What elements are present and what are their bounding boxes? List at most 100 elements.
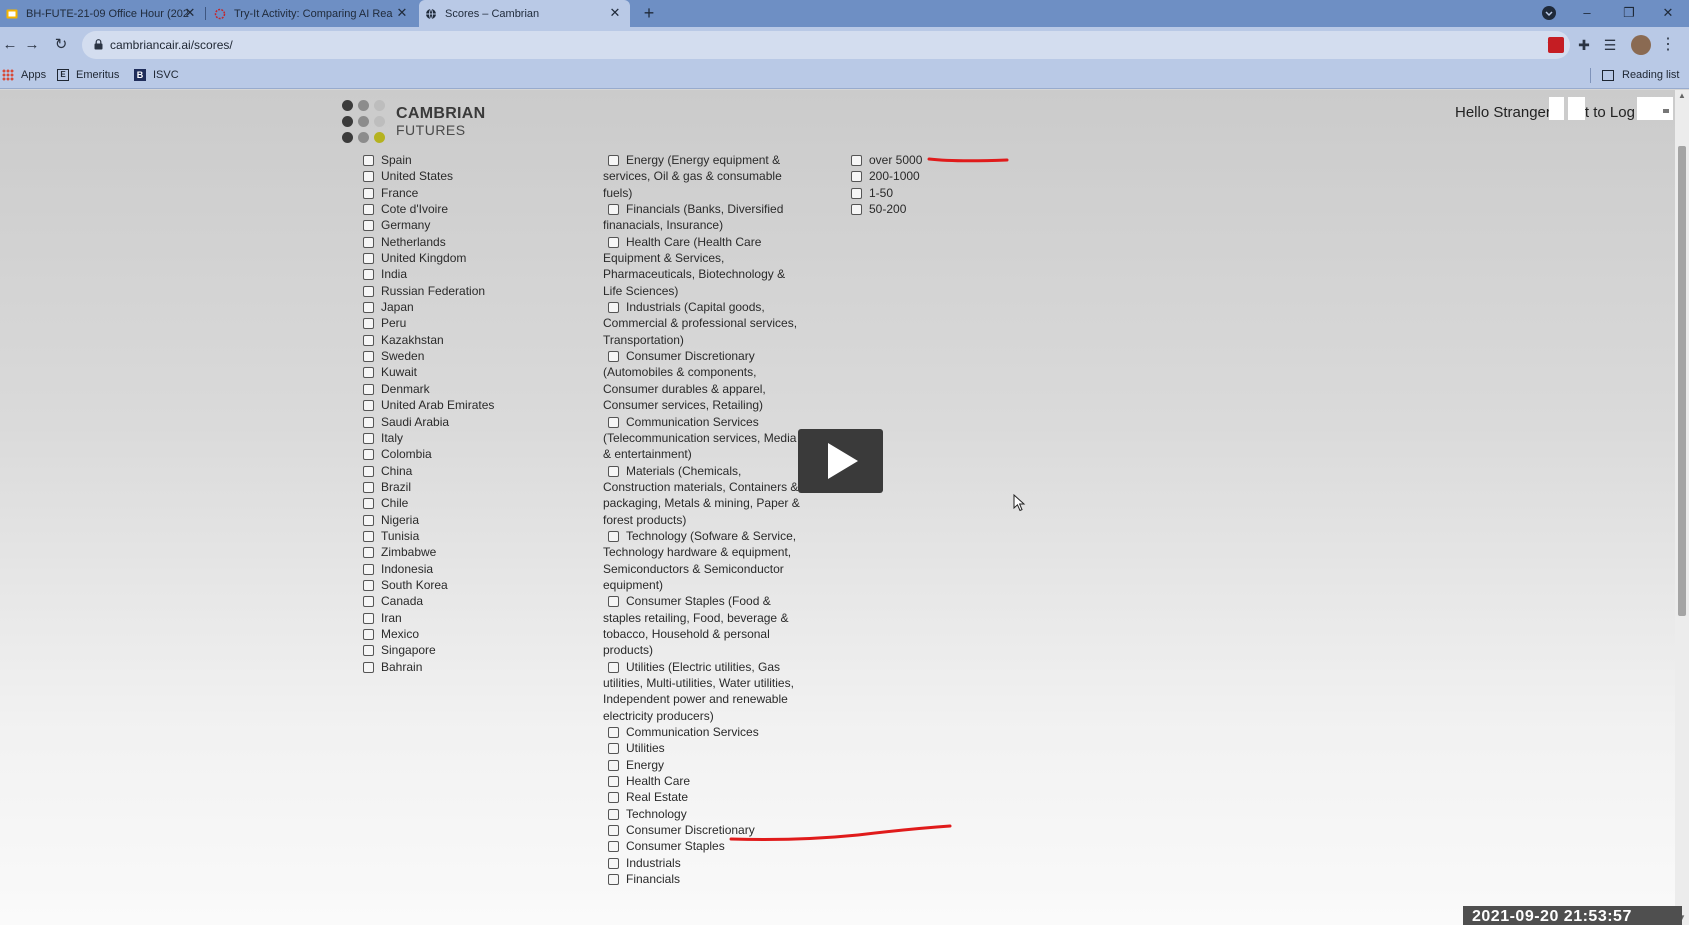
checkbox[interactable]: [363, 530, 374, 542]
checkbox[interactable]: [608, 351, 619, 363]
kebab-menu-icon[interactable]: ⋮: [1660, 37, 1676, 53]
profile-avatar[interactable]: [1631, 35, 1651, 55]
address-bar[interactable]: cambriancair.ai/scores/ ☆: [82, 31, 1570, 59]
checkbox[interactable]: [363, 171, 374, 183]
sector-option[interactable]: Consumer Discretionary (Automobiles & co…: [603, 348, 805, 413]
country-option[interactable]: China: [363, 463, 563, 479]
close-icon[interactable]: ✕: [608, 6, 622, 20]
country-option[interactable]: Cote d'Ivoire: [363, 201, 563, 217]
checkbox[interactable]: [363, 383, 374, 395]
checkbox[interactable]: [851, 155, 862, 166]
tab-search-icon[interactable]: [1538, 2, 1560, 24]
country-option[interactable]: Colombia: [363, 446, 563, 462]
company-size-option[interactable]: 1-50: [851, 185, 971, 201]
checkbox[interactable]: [363, 432, 374, 444]
checkbox[interactable]: [363, 547, 374, 559]
checkbox[interactable]: [363, 481, 374, 493]
checkbox[interactable]: [363, 628, 374, 640]
checkbox[interactable]: [363, 285, 374, 297]
sector-option[interactable]: Industrials (Capital goods, Commercial &…: [603, 299, 805, 348]
country-option[interactable]: Japan: [363, 299, 563, 315]
minimize-button[interactable]: –: [1576, 2, 1598, 24]
close-icon[interactable]: ✕: [395, 6, 409, 20]
country-option[interactable]: South Korea: [363, 577, 563, 593]
checkbox[interactable]: [363, 563, 374, 575]
sector-option[interactable]: Financials: [603, 871, 805, 887]
checkbox[interactable]: [363, 187, 374, 199]
scrollbar-thumb[interactable]: [1678, 146, 1686, 616]
checkbox[interactable]: [608, 743, 619, 755]
media-queue-icon[interactable]: ☰: [1602, 37, 1618, 53]
extensions-puzzle-icon[interactable]: ✚: [1576, 37, 1592, 53]
checkbox[interactable]: [363, 612, 374, 624]
scroll-up-icon[interactable]: ▲: [1678, 92, 1686, 100]
country-option[interactable]: Singapore: [363, 642, 563, 658]
sector-option[interactable]: Technology (Sofware & Service, Technolog…: [603, 528, 805, 593]
checkbox[interactable]: [608, 857, 619, 869]
country-option[interactable]: United Kingdom: [363, 250, 563, 266]
checkbox[interactable]: [363, 302, 374, 314]
checkbox[interactable]: [608, 727, 619, 739]
checkbox[interactable]: [608, 759, 619, 771]
checkbox[interactable]: [363, 318, 374, 330]
checkbox[interactable]: [363, 155, 374, 166]
checkbox[interactable]: [608, 155, 619, 166]
checkbox[interactable]: [363, 269, 374, 281]
sector-option[interactable]: Industrials: [603, 855, 805, 871]
country-option[interactable]: Zimbabwe: [363, 544, 563, 560]
country-option[interactable]: Spain: [363, 152, 563, 168]
back-arrow-icon[interactable]: ←: [0, 35, 20, 55]
checkbox[interactable]: [363, 253, 374, 265]
tab-try-it-activity[interactable]: Try-It Activity: Comparing AI Rea ✕: [208, 0, 417, 27]
company-size-option[interactable]: 200-1000: [851, 168, 971, 184]
checkbox[interactable]: [363, 400, 374, 412]
new-tab-button[interactable]: +: [640, 4, 658, 22]
reload-icon[interactable]: ↻: [51, 35, 71, 55]
checkbox[interactable]: [363, 220, 374, 232]
country-option[interactable]: Bahrain: [363, 659, 563, 675]
checkbox[interactable]: [363, 367, 374, 379]
country-option[interactable]: Peru: [363, 315, 563, 331]
checkbox[interactable]: [608, 204, 619, 216]
country-option[interactable]: United Arab Emirates: [363, 397, 563, 413]
checkbox[interactable]: [851, 187, 862, 199]
country-option[interactable]: Tunisia: [363, 528, 563, 544]
country-option[interactable]: Brazil: [363, 479, 563, 495]
sector-option[interactable]: Utilities (Electric utilities, Gas utili…: [603, 659, 805, 724]
vertical-scrollbar[interactable]: ▲ ▼: [1675, 90, 1689, 925]
country-option[interactable]: Iran: [363, 610, 563, 626]
close-icon[interactable]: ✕: [183, 6, 197, 20]
restore-button[interactable]: ❐: [1618, 2, 1640, 24]
checkbox[interactable]: [363, 661, 374, 673]
checkbox[interactable]: [851, 204, 862, 216]
country-option[interactable]: Netherlands: [363, 234, 563, 250]
checkbox[interactable]: [608, 808, 619, 820]
sector-option[interactable]: Utilities: [603, 740, 805, 756]
sector-option[interactable]: Health Care (Health Care Equipment & Ser…: [603, 234, 805, 299]
country-option[interactable]: Indonesia: [363, 561, 563, 577]
sector-option[interactable]: Energy (Energy equipment & services, Oil…: [603, 152, 805, 201]
bookmark-apps[interactable]: Apps: [2, 69, 46, 81]
country-option[interactable]: India: [363, 266, 563, 282]
country-option[interactable]: Canada: [363, 593, 563, 609]
country-option[interactable]: France: [363, 185, 563, 201]
tab-office-hour[interactable]: BH-FUTE-21-09 Office Hour (202 ✕: [0, 0, 205, 27]
country-option[interactable]: Russian Federation: [363, 283, 563, 299]
login-link[interactable]: t to Log: [1585, 104, 1635, 121]
sector-option[interactable]: Health Care: [603, 773, 805, 789]
close-window-button[interactable]: ✕: [1657, 2, 1679, 24]
checkbox[interactable]: [608, 776, 619, 788]
country-option[interactable]: Nigeria: [363, 512, 563, 528]
checkbox[interactable]: [363, 596, 374, 608]
country-option[interactable]: Sweden: [363, 348, 563, 364]
checkbox[interactable]: [363, 465, 374, 477]
country-option[interactable]: Germany: [363, 217, 563, 233]
reading-list-button[interactable]: Reading list: [1602, 69, 1679, 81]
sector-option[interactable]: Communication Services: [603, 724, 805, 740]
checkbox[interactable]: [608, 841, 619, 853]
checkbox[interactable]: [363, 204, 374, 216]
checkbox[interactable]: [608, 596, 619, 608]
sector-option[interactable]: Communication Services (Telecommunicatio…: [603, 414, 805, 463]
checkbox[interactable]: [363, 645, 374, 657]
sector-option[interactable]: Energy: [603, 757, 805, 773]
